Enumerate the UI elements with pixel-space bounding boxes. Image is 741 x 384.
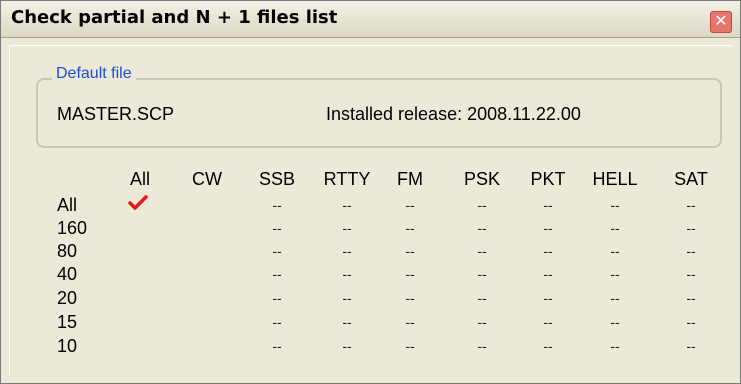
grid-cell-15-pkt[interactable]: -- [528,314,568,330]
column-header-sat[interactable]: SAT [661,169,721,190]
grid-cell-40-psk[interactable]: -- [462,266,502,282]
column-header-rtty[interactable]: RTTY [317,169,377,190]
grid-cell-80-sat[interactable]: -- [671,243,711,259]
grid-cell-15-psk[interactable]: -- [462,314,502,330]
row-label-all[interactable]: All [57,195,77,216]
grid-cell-80-rtty[interactable]: -- [327,243,367,259]
default-file-legend: Default file [52,65,136,83]
title-bar[interactable]: Check partial and N + 1 files list ✕ [1,1,740,38]
grid-cell-all-fm[interactable]: -- [390,197,430,213]
grid-cell-10-pkt[interactable]: -- [528,338,568,354]
grid-cell-15-hell[interactable]: -- [595,314,635,330]
grid-cell-15-fm[interactable]: -- [390,314,430,330]
grid-cell-160-ssb[interactable]: -- [257,220,297,236]
grid-cell-10-rtty[interactable]: -- [327,338,367,354]
row-label-80[interactable]: 80 [57,241,77,262]
grid-cell-all-pkt[interactable]: -- [528,197,568,213]
column-header-ssb[interactable]: SSB [247,169,307,190]
column-header-pkt[interactable]: PKT [518,169,578,190]
row-label-15[interactable]: 15 [57,312,77,333]
row-label-40[interactable]: 40 [57,264,77,285]
grid-cell-160-psk[interactable]: -- [462,220,502,236]
grid-cell-10-ssb[interactable]: -- [257,338,297,354]
grid-cell-40-ssb[interactable]: -- [257,266,297,282]
grid-cell-20-pkt[interactable]: -- [528,290,568,306]
grid-cell-20-psk[interactable]: -- [462,290,502,306]
column-header-fm[interactable]: FM [380,169,440,190]
row-label-10[interactable]: 10 [57,336,77,357]
grid-cell-all-hell[interactable]: -- [595,197,635,213]
close-button[interactable]: ✕ [710,11,732,33]
grid-cell-40-hell[interactable]: -- [595,266,635,282]
grid-cell-160-rtty[interactable]: -- [327,220,367,236]
grid-cell-40-rtty[interactable]: -- [327,266,367,282]
grid-cell-20-fm[interactable]: -- [390,290,430,306]
grid-cell-all-ssb[interactable]: -- [257,197,297,213]
grid-cell-all-sat[interactable]: -- [671,197,711,213]
grid-cell-160-pkt[interactable]: -- [528,220,568,236]
grid-cell-20-ssb[interactable]: -- [257,290,297,306]
grid-cell-80-fm[interactable]: -- [390,243,430,259]
column-header-cw[interactable]: CW [177,169,237,190]
grid-cell-80-hell[interactable]: -- [595,243,635,259]
row-label-20[interactable]: 20 [57,288,77,309]
grid-cell-all-psk[interactable]: -- [462,197,502,213]
grid-cell-160-fm[interactable]: -- [390,220,430,236]
grid-cell-15-sat[interactable]: -- [671,314,711,330]
grid-cell-40-sat[interactable]: -- [671,266,711,282]
grid-cell-80-psk[interactable]: -- [462,243,502,259]
column-header-hell[interactable]: HELL [585,169,645,190]
grid-cell-10-fm[interactable]: -- [390,338,430,354]
default-filename: MASTER.SCP [57,104,175,124]
column-header-psk[interactable]: PSK [452,169,512,190]
grid-cell-10-sat[interactable]: -- [671,338,711,354]
grid-cell-40-pkt[interactable]: -- [528,266,568,282]
row-label-160[interactable]: 160 [57,218,87,239]
grid-cell-20-sat[interactable]: -- [671,290,711,306]
grid-cell-all-rtty[interactable]: -- [327,197,367,213]
grid-cell-160-hell[interactable]: -- [595,220,635,236]
close-icon: ✕ [714,13,728,30]
grid-cell-160-sat[interactable]: -- [671,220,711,236]
grid-cell-10-hell[interactable]: -- [595,338,635,354]
grid-cell-40-fm[interactable]: -- [390,266,430,282]
dialog-window: Check partial and N + 1 files list ✕ Def… [0,0,741,384]
grid-cell-20-rtty[interactable]: -- [327,290,367,306]
checkmark-icon[interactable] [128,195,148,211]
column-header-all[interactable]: All [110,169,170,190]
installed-release: Installed release: 2008.11.22.00 [326,104,581,124]
grid-cell-15-ssb[interactable]: -- [257,314,297,330]
window-title: Check partial and N + 1 files list [11,7,338,28]
grid-cell-20-hell[interactable]: -- [595,290,635,306]
grid-cell-80-ssb[interactable]: -- [257,243,297,259]
grid-cell-80-pkt[interactable]: -- [528,243,568,259]
grid-cell-10-psk[interactable]: -- [462,338,502,354]
grid-cell-15-rtty[interactable]: -- [327,314,367,330]
